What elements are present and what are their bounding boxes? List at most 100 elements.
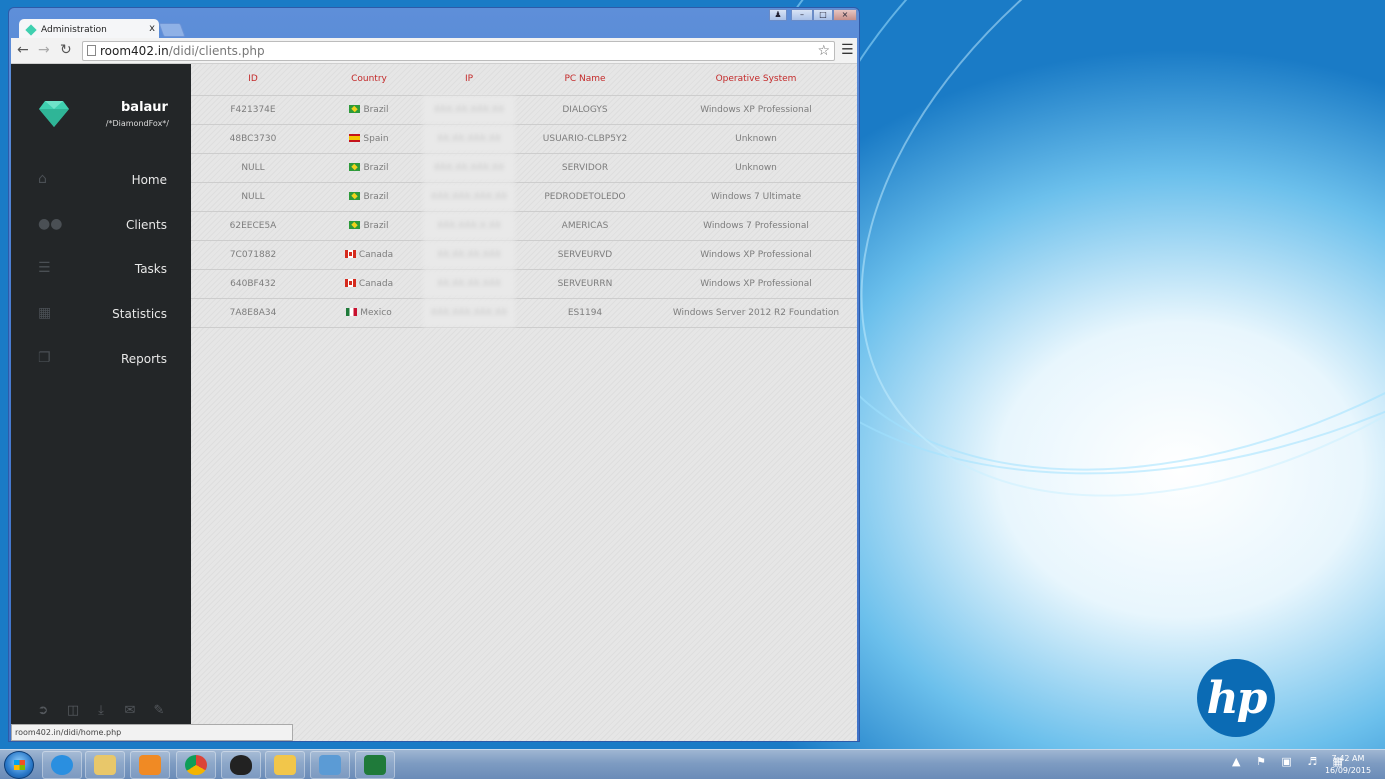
logout-icon[interactable]: ➲ (35, 704, 51, 718)
cell-pc-name: USUARIO-CLBP5Y2 (515, 124, 655, 154)
bookmark-star-icon[interactable]: ☆ (817, 42, 830, 60)
cell-country: Spain (315, 124, 423, 154)
mail-app-icon (274, 755, 296, 775)
sidebar-item-home[interactable]: ⌂ Home (11, 165, 191, 195)
cell-pc-name: DIALOGYS (515, 95, 655, 125)
table-row[interactable]: NULL Brazil XXX.XX.XXX.XX SERVIDOR Unknown (191, 153, 857, 183)
penguin-app-icon (230, 755, 252, 775)
taskbar-internet-explorer[interactable] (42, 751, 82, 779)
page-viewport: balaur /*DiamondFox*/ ⌂ Home ●● Clients … (11, 64, 857, 741)
browser-toolbar: ← → ↻ room402.in/didi/clients.php ☆ ☰ (11, 38, 857, 64)
brazil-flag-icon (349, 220, 361, 229)
clock-date: 16/09/2015 (1324, 766, 1372, 775)
maximize-button[interactable]: □ (813, 9, 833, 21)
cell-country: Brazil (315, 95, 423, 125)
country-name: Mexico (360, 307, 392, 318)
brand-subtitle: /*DiamondFox*/ (105, 119, 169, 128)
cell-country: Brazil (315, 153, 423, 183)
cell-pc-name: SERVEURVD (515, 240, 655, 270)
sidebar-item-statistics[interactable]: ▦ Statistics (11, 299, 191, 329)
clients-panel: ID Country IP PC Name Operative System F… (191, 64, 857, 741)
internet-explorer-icon (51, 755, 73, 775)
cell-os: Windows 7 Ultimate (655, 182, 857, 212)
cell-id: 7C071882 (191, 240, 315, 270)
cell-ip-redacted: XXX.XX.XXX.XX (423, 95, 515, 125)
taskbar-media-player[interactable] (130, 751, 170, 779)
tab-close-icon[interactable]: x (149, 23, 155, 34)
cell-ip-redacted: XX.XX.XXX.XX (423, 124, 515, 154)
table-row[interactable]: 48BC3730 Spain XX.XX.XXX.XX USUARIO-CLBP5Y2… (191, 124, 857, 154)
hp-logo: hp (1197, 659, 1275, 737)
canada-flag-icon (344, 249, 356, 258)
sidebar-item-label: Tasks (134, 262, 167, 276)
table-row[interactable]: 7A8E8A34 Mexico XXX.XXX.XXX.XX ES1194 Window… (191, 298, 857, 328)
back-arrow-icon[interactable]: ← (17, 42, 29, 58)
cell-os: Windows XP Professional (655, 240, 857, 270)
trash-icon[interactable]: ◫ (65, 704, 81, 718)
cell-os: Windows Server 2012 R2 Foundation (655, 298, 857, 328)
download-icon[interactable]: ⤓ (93, 704, 109, 718)
chrome-icon (185, 755, 207, 775)
taskbar-chrome[interactable] (176, 751, 216, 779)
mail-icon[interactable]: ✉ (122, 704, 138, 718)
taskbar-mail-app[interactable] (265, 751, 305, 779)
taskbar-penguin-app[interactable] (221, 751, 261, 779)
cell-id: 640BF432 (191, 269, 315, 299)
column-header-ip[interactable]: IP (423, 64, 515, 96)
table-header-row: ID Country IP PC Name Operative System (191, 64, 857, 96)
user-profile-button[interactable]: ♟ (769, 9, 787, 21)
minimize-button[interactable]: – (791, 9, 813, 21)
address-bar[interactable]: room402.in/didi/clients.php ☆ (82, 41, 835, 61)
url-host: room402.in (100, 44, 169, 58)
start-button[interactable] (4, 751, 34, 779)
page-icon (87, 45, 96, 56)
taskbar-file-explorer[interactable] (85, 751, 125, 779)
table-row[interactable]: NULL Brazil XXX.XXX.XXX.XX PEDRODETOLEDO Win… (191, 182, 857, 212)
country-name: Brazil (363, 191, 389, 202)
sidebar-item-label: Statistics (112, 307, 167, 321)
column-header-country[interactable]: Country (315, 64, 423, 96)
new-tab-button[interactable] (158, 23, 186, 37)
spain-flag-icon (349, 133, 361, 142)
cell-id: 48BC3730 (191, 124, 315, 154)
cell-os: Unknown (655, 153, 857, 183)
close-window-button[interactable]: × (833, 9, 857, 21)
table-row[interactable]: 7C071882 Canada XX.XX.XX.XXX SERVEURVD Windo… (191, 240, 857, 270)
country-name: Brazil (363, 104, 389, 115)
table-row[interactable]: 640BF432 Canada XX.XX.XX.XXX SERVEURRN Windo… (191, 269, 857, 299)
browser-window: Administration x ♟ – □ × ← → ↻ room402.i… (8, 7, 860, 742)
cell-ip-redacted: XXX.XX.XXX.XX (423, 153, 515, 183)
sidebar-item-reports[interactable]: ❐ Reports (11, 344, 191, 374)
table-row[interactable]: F421374E Brazil XXX.XX.XXX.XX DIALOGYS Windo… (191, 95, 857, 125)
brazil-flag-icon (349, 104, 361, 113)
media-player-icon (139, 755, 161, 775)
taskbar-remote-desktop[interactable] (310, 751, 350, 779)
brazil-flag-icon (349, 191, 361, 200)
country-name: Canada (358, 249, 394, 260)
forward-arrow-icon[interactable]: → (38, 42, 50, 58)
sidebar-item-clients[interactable]: ●● Clients (11, 210, 191, 240)
sidebar-item-tasks[interactable]: ☰ Tasks (11, 254, 191, 284)
cell-pc-name: AMERICAS (515, 211, 655, 241)
column-header-os[interactable]: Operative System (655, 64, 857, 96)
cell-country: Canada (315, 269, 423, 299)
cell-os: Windows XP Professional (655, 269, 857, 299)
table-row[interactable]: 62EECE5A Brazil XXX.XXX.X.XX AMERICAS Window… (191, 211, 857, 241)
file-explorer-icon (94, 755, 116, 775)
browser-menu-icon[interactable]: ☰ (841, 42, 854, 58)
sidebar: balaur /*DiamondFox*/ ⌂ Home ●● Clients … (11, 64, 191, 741)
brand-name: balaur (121, 100, 168, 115)
cell-ip-redacted: XX.XX.XX.XXX (423, 240, 515, 270)
reload-icon[interactable]: ↻ (60, 42, 72, 58)
excel-icon (364, 755, 386, 775)
column-header-pc-name[interactable]: PC Name (515, 64, 655, 96)
column-header-id[interactable]: ID (191, 64, 315, 96)
canada-flag-icon (344, 278, 356, 287)
clock[interactable]: 7:42 AM 16/09/2015 (1318, 753, 1378, 777)
edit-icon[interactable]: ✎ (151, 704, 167, 718)
taskbar-excel[interactable] (355, 751, 395, 779)
home-icon: ⌂ (38, 171, 47, 187)
remote-desktop-icon (319, 755, 341, 775)
cell-os: Unknown (655, 124, 857, 154)
cell-ip-redacted: XX.XX.XX.XXX (423, 269, 515, 299)
